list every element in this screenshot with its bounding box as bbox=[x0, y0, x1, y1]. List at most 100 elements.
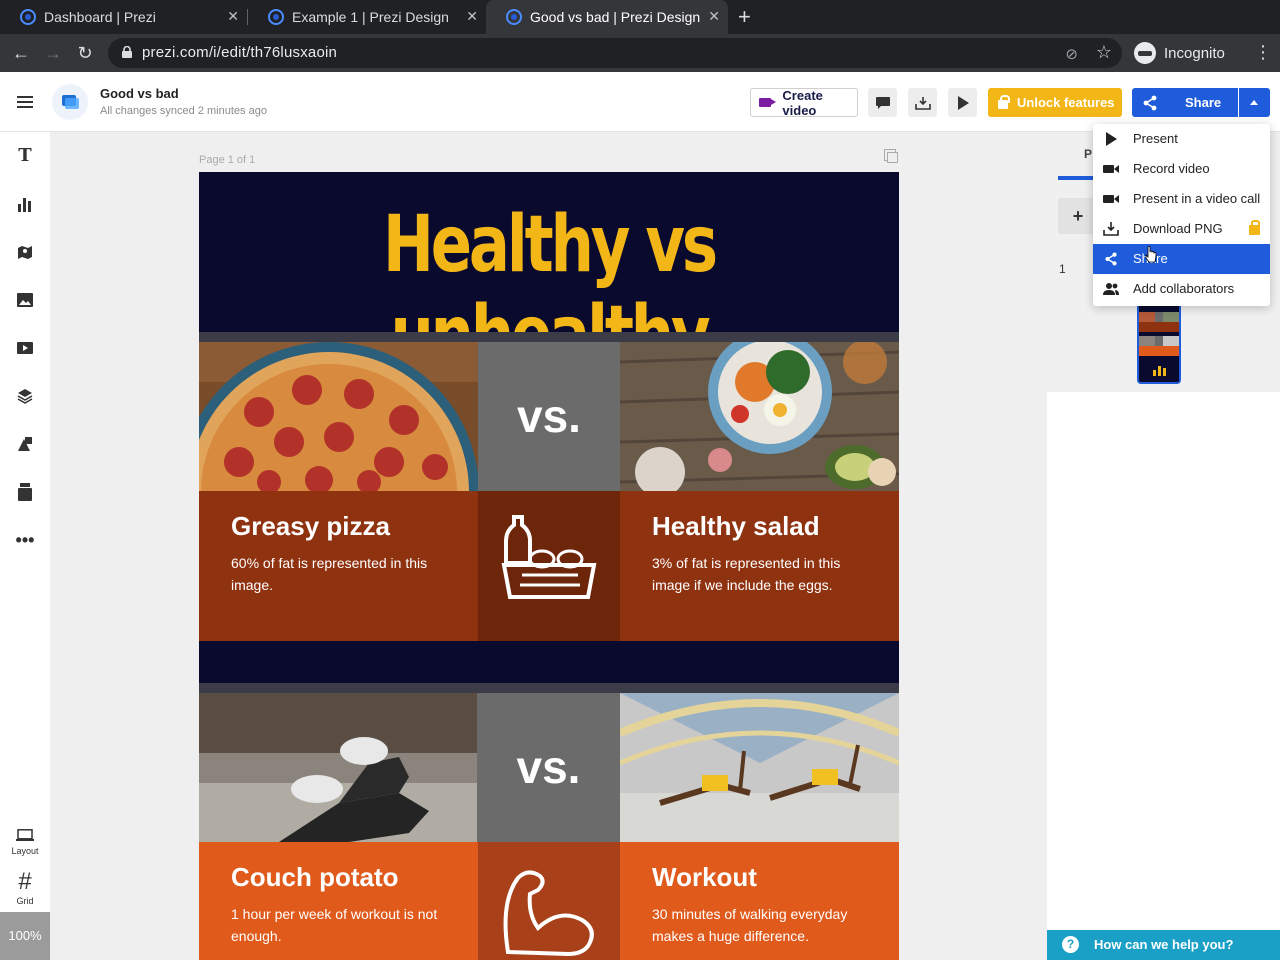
video-tool-icon[interactable] bbox=[0, 333, 50, 363]
prezi-favicon-icon bbox=[268, 9, 284, 25]
chart-tool-icon[interactable] bbox=[0, 189, 50, 219]
create-video-button[interactable]: Create video bbox=[750, 87, 858, 118]
padlock-icon bbox=[998, 95, 1010, 109]
panel-heading[interactable]: Workout bbox=[652, 862, 757, 893]
prezi-logo-icon[interactable] bbox=[52, 84, 88, 120]
share-button[interactable]: Share bbox=[1132, 88, 1238, 117]
groceries-panel[interactable] bbox=[478, 491, 620, 641]
library-tool-icon[interactable] bbox=[0, 477, 50, 507]
layers-tool-icon[interactable] bbox=[0, 381, 50, 411]
map-tool-icon[interactable] bbox=[0, 237, 50, 267]
page-thumbnail[interactable] bbox=[1137, 296, 1181, 384]
tab-title: Good vs bad | Prezi Design bbox=[530, 9, 701, 25]
comment-icon bbox=[875, 97, 890, 109]
create-video-label: Create video bbox=[782, 87, 823, 118]
new-tab-button[interactable]: + bbox=[738, 4, 751, 30]
grid-icon[interactable]: # bbox=[0, 867, 50, 897]
download-icon bbox=[1103, 222, 1119, 236]
menu-item-share[interactable]: Share bbox=[1093, 244, 1270, 274]
unlock-features-button[interactable]: Unlock features bbox=[988, 88, 1122, 117]
menu-item-record-video[interactable]: Record video bbox=[1093, 154, 1270, 184]
layout-label: Layout bbox=[11, 846, 39, 856]
share-options-caret-button[interactable] bbox=[1239, 88, 1270, 117]
add-page-button[interactable]: + bbox=[1058, 198, 1098, 234]
prezi-favicon-icon bbox=[20, 9, 36, 25]
app-header: Good vs bad All changes synced 2 minutes… bbox=[0, 72, 1280, 132]
url-text: prezi.com/i/edit/th76lusxaoin bbox=[142, 44, 338, 61]
users-icon bbox=[1103, 283, 1119, 295]
prezi-favicon-icon bbox=[506, 9, 522, 25]
divider-bar bbox=[199, 332, 899, 342]
menu-item-present[interactable]: Present bbox=[1093, 124, 1270, 154]
document-title[interactable]: Good vs bad bbox=[100, 86, 179, 101]
play-icon bbox=[957, 96, 969, 110]
panel-description[interactable]: 60% of fat is represented in this image. bbox=[231, 552, 451, 596]
forward-arrow-icon[interactable]: → bbox=[40, 40, 66, 66]
panel-heading[interactable]: Greasy pizza bbox=[231, 511, 390, 542]
camera-icon bbox=[1103, 195, 1119, 203]
menu-item-label: Add collaborators bbox=[1133, 281, 1235, 296]
salad-photo[interactable] bbox=[620, 342, 899, 491]
panel-heading[interactable]: Healthy salad bbox=[652, 511, 820, 542]
share-dropdown-menu: Present Record video Present in a video … bbox=[1093, 124, 1270, 306]
close-tab-icon[interactable]: ✕ bbox=[227, 8, 239, 25]
unlock-label: Unlock features bbox=[1017, 95, 1115, 110]
export-button[interactable] bbox=[908, 88, 937, 117]
panel-description[interactable]: 1 hour per week of workout is not enough… bbox=[231, 903, 451, 947]
text-tool-icon[interactable]: T bbox=[0, 141, 50, 171]
image-tool-icon[interactable] bbox=[0, 285, 50, 315]
menu-item-add-collaborators[interactable]: Add collaborators bbox=[1093, 274, 1270, 304]
browser-toolbar: ← → ↻ prezi.com/i/edit/th76lusxaoin ⊘ ☆ … bbox=[0, 34, 1280, 72]
reload-icon[interactable]: ↻ bbox=[72, 40, 98, 66]
video-camera-icon bbox=[759, 98, 778, 107]
menu-item-label: Download PNG bbox=[1133, 221, 1223, 236]
hamburger-menu-icon[interactable] bbox=[17, 96, 33, 108]
share-label: Share bbox=[1185, 95, 1222, 110]
healthy-salad-panel[interactable]: Healthy salad 3% of fat is represented i… bbox=[620, 491, 899, 641]
more-tools-icon[interactable]: ••• bbox=[0, 525, 50, 555]
address-bar[interactable]: prezi.com/i/edit/th76lusxaoin ⊘ ☆ bbox=[108, 38, 1122, 68]
browser-tab-dashboard[interactable]: Dashboard | Prezi ✕ bbox=[0, 0, 247, 34]
browser-tab-strip: Dashboard | Prezi ✕ Example 1 | Prezi De… bbox=[0, 0, 1280, 34]
pages-tab[interactable]: P bbox=[1084, 147, 1092, 161]
couch-potato-photo[interactable] bbox=[199, 693, 477, 842]
close-tab-icon[interactable]: ✕ bbox=[466, 8, 478, 25]
menu-item-label: Record video bbox=[1133, 161, 1210, 176]
editor-canvas[interactable]: Page 1 of 1 Healthy vs unhealthy vs. bbox=[50, 132, 1047, 960]
vs-label[interactable]: vs. bbox=[478, 342, 620, 491]
menu-item-present-video-call[interactable]: Present in a video call bbox=[1093, 184, 1270, 214]
comments-button[interactable] bbox=[868, 88, 897, 117]
duplicate-page-icon[interactable] bbox=[884, 149, 898, 163]
pizza-photo[interactable] bbox=[199, 342, 478, 491]
vs-label[interactable]: vs. bbox=[477, 693, 620, 842]
close-tab-icon[interactable]: ✕ bbox=[708, 8, 720, 25]
workout-photo[interactable] bbox=[620, 693, 899, 842]
panel-description[interactable]: 30 minutes of walking everyday makes a h… bbox=[652, 903, 872, 947]
menu-item-download-png[interactable]: Download PNG bbox=[1093, 214, 1270, 244]
greasy-pizza-panel[interactable]: Greasy pizza 60% of fat is represented i… bbox=[199, 491, 478, 641]
workout-panel[interactable]: Workout 30 minutes of walking everyday m… bbox=[620, 842, 899, 960]
share-icon bbox=[1105, 252, 1117, 266]
incognito-indicator[interactable]: Incognito bbox=[1134, 39, 1225, 67]
couch-potato-panel[interactable]: Couch potato 1 hour per week of workout … bbox=[199, 842, 478, 960]
bookmark-star-icon[interactable]: ☆ bbox=[1096, 42, 1112, 63]
panel-heading[interactable]: Couch potato bbox=[231, 862, 399, 893]
browser-tab-good-vs-bad[interactable]: Good vs bad | Prezi Design ✕ bbox=[486, 0, 728, 34]
help-widget[interactable]: ? How can we help you? bbox=[1047, 930, 1280, 960]
infographic-slide[interactable]: Healthy vs unhealthy vs. bbox=[199, 172, 899, 960]
tracking-protection-icon[interactable]: ⊘ bbox=[1065, 45, 1078, 63]
premium-lock-icon bbox=[1249, 220, 1260, 235]
incognito-label: Incognito bbox=[1164, 44, 1225, 62]
browser-menu-icon[interactable]: ⋮ bbox=[1254, 42, 1272, 63]
browser-tab-example[interactable]: Example 1 | Prezi Design ✕ bbox=[248, 0, 486, 34]
left-tool-rail: T ••• Layout # Grid 100% bbox=[0, 132, 50, 960]
grocery-basket-icon bbox=[501, 515, 597, 599]
panel-description[interactable]: 3% of fat is represented in this image i… bbox=[652, 552, 872, 596]
menu-item-label: Present in a video call bbox=[1133, 191, 1261, 206]
muscle-panel[interactable] bbox=[478, 842, 620, 960]
back-arrow-icon[interactable]: ← bbox=[8, 40, 34, 66]
present-button[interactable] bbox=[948, 88, 977, 117]
zoom-level[interactable]: 100% bbox=[0, 912, 50, 960]
lock-icon bbox=[122, 46, 132, 58]
shapes-tool-icon[interactable] bbox=[0, 429, 50, 459]
